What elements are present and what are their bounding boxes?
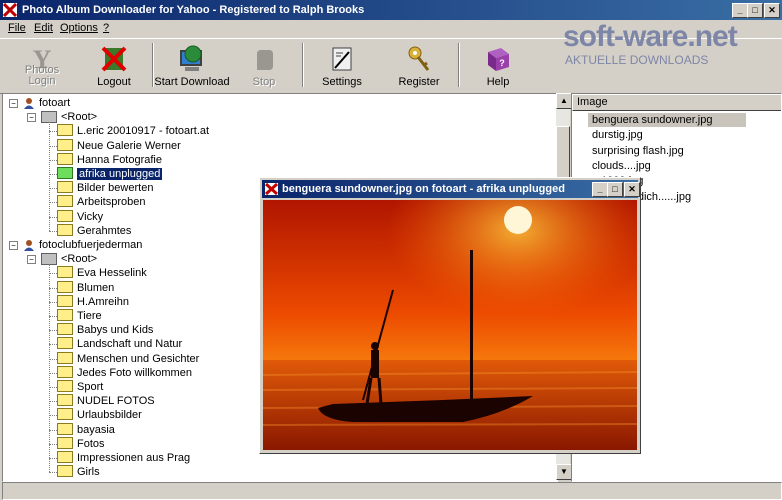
tree-album-item[interactable]: Girls	[57, 465, 100, 479]
image-column-header[interactable]: Image	[572, 94, 781, 111]
user-icon	[24, 98, 34, 110]
folder-icon	[57, 294, 73, 307]
tree-album-item[interactable]: afrika unplugged	[57, 167, 163, 181]
tree-album-item[interactable]: Gerahmtes	[57, 223, 131, 238]
tree-album-item[interactable]: Hanna Fotografie	[57, 152, 162, 167]
tree-album-item[interactable]: Jedes Foto willkommen	[57, 365, 192, 380]
folder-icon	[57, 152, 73, 165]
preview-title-bar[interactable]: benguera sundowner.jpg on fotoart - afri…	[262, 180, 640, 198]
folder-icon	[57, 181, 73, 194]
preview-close-button[interactable]: ✕	[624, 182, 640, 197]
tree-album-item[interactable]: Eva Hesselink	[57, 266, 147, 280]
folder-icon	[57, 223, 73, 236]
folder-icon	[57, 209, 73, 222]
scroll-thumb[interactable]	[556, 126, 570, 180]
tree-album-item[interactable]: Arbeitsproben	[57, 195, 146, 209]
folder-icon	[57, 280, 73, 293]
stop-button[interactable]: Stop	[226, 41, 302, 91]
watermark-logo: soft-ware.net AKTUELLE DOWNLOADS	[563, 20, 738, 67]
collapse-toggle[interactable]: −	[9, 241, 18, 250]
tree-album-item[interactable]: H.Amreihn	[57, 294, 129, 309]
tree-album-item[interactable]: Babys und Kids	[57, 323, 153, 337]
tree-user-fotoart[interactable]: fotoart	[23, 96, 70, 110]
help-book-icon: ?	[488, 48, 509, 71]
tree-album-item[interactable]: Impressionen aus Prag	[57, 451, 190, 465]
folder-icon	[57, 323, 73, 336]
tree-album-item[interactable]: Bilder bewerten	[57, 181, 153, 195]
folder-icon	[57, 394, 73, 407]
image-list-item[interactable]: durstig.jpg	[592, 128, 643, 142]
tree-album-item[interactable]: bayasia	[57, 422, 115, 437]
folder-icon	[57, 408, 73, 421]
start-download-button[interactable]: Start Download	[154, 41, 230, 91]
tree-album-item[interactable]: Menschen und Gesichter	[57, 351, 199, 366]
folder-icon	[57, 351, 73, 364]
folder-icon	[57, 167, 73, 180]
tree-album-item[interactable]: Neue Galerie Werner	[57, 138, 181, 153]
minimize-button[interactable]: _	[732, 3, 748, 18]
title-bar[interactable]: Photo Album Downloader for Yahoo - Regis…	[0, 0, 782, 20]
folder-icon	[57, 465, 73, 478]
folder-icon	[57, 266, 73, 279]
menu-file[interactable]: File	[8, 22, 26, 34]
preview-maximize-button[interactable]: □	[607, 182, 623, 197]
collapse-toggle[interactable]: −	[27, 113, 36, 123]
photos-login-button[interactable]: Y Photos Login	[4, 41, 80, 91]
tree-album-item[interactable]: Landschaft und Natur	[57, 337, 182, 351]
menu-options[interactable]: Options	[60, 22, 98, 34]
preview-minimize-button[interactable]: _	[592, 182, 608, 197]
folder-icon	[57, 365, 73, 378]
tree-album-item[interactable]: Fotos	[57, 436, 105, 451]
app-icon	[265, 183, 278, 195]
app-icon	[3, 3, 17, 17]
folder-icon	[57, 337, 73, 350]
settings-icon	[332, 47, 352, 71]
folder-icon	[57, 124, 73, 137]
image-list-item[interactable]: surprising flash.jpg	[592, 144, 684, 158]
tree-album-item[interactable]: Blumen	[57, 280, 114, 295]
folder-icon	[57, 138, 73, 151]
folder-icon	[57, 436, 73, 449]
user-icon	[24, 240, 34, 252]
help-button[interactable]: ? Help	[460, 41, 536, 91]
image-list-item[interactable]: clouds....jpg	[592, 159, 651, 173]
keys-icon	[408, 46, 430, 71]
image-list-item[interactable]: benguera sundowner.jpg	[588, 113, 746, 127]
tree-album-item[interactable]: Sport	[57, 380, 103, 394]
logout-button[interactable]: Logout	[76, 41, 152, 91]
close-button[interactable]: ✕	[764, 3, 780, 18]
sunset-boat-photo	[263, 200, 637, 450]
tree-album-item[interactable]: NUDEL FOTOS	[57, 394, 155, 408]
folder-icon	[57, 422, 73, 435]
preview-title: benguera sundowner.jpg on fotoart - afri…	[282, 183, 565, 195]
folder-icon	[57, 195, 73, 208]
stop-hand-icon	[257, 50, 273, 70]
scroll-down-button[interactable]: ▼	[556, 464, 572, 480]
download-monitor-icon	[180, 45, 202, 71]
collapse-toggle[interactable]: −	[9, 99, 18, 108]
status-bar	[2, 482, 782, 500]
image-preview-window[interactable]: benguera sundowner.jpg on fotoart - afri…	[259, 177, 641, 454]
tree-album-item[interactable]: L.eric 20010917 - fotoart.at	[57, 124, 209, 138]
window-title: Photo Album Downloader for Yahoo - Regis…	[22, 4, 365, 16]
svg-text:?: ?	[499, 58, 505, 68]
register-button[interactable]: Register	[381, 41, 457, 91]
folder-icon	[57, 380, 73, 393]
collapse-toggle[interactable]: −	[27, 255, 36, 265]
menu-help[interactable]: ?	[103, 22, 109, 34]
scroll-up-button[interactable]: ▲	[556, 93, 572, 109]
tree-album-item[interactable]: Urlaubsbilder	[57, 408, 142, 422]
folder-icon	[57, 451, 73, 464]
maximize-button[interactable]: □	[747, 3, 763, 18]
tree-album-item[interactable]: Vicky	[57, 209, 103, 224]
folder-icon	[57, 309, 73, 322]
settings-button[interactable]: Settings	[304, 41, 380, 91]
tree-album-item[interactable]: Tiere	[57, 309, 102, 323]
tree-user-fotoclubfuerjederman[interactable]: fotoclubfuerjederman	[23, 238, 142, 252]
logout-icon	[101, 46, 127, 72]
menu-edit[interactable]: Edit	[34, 22, 53, 34]
